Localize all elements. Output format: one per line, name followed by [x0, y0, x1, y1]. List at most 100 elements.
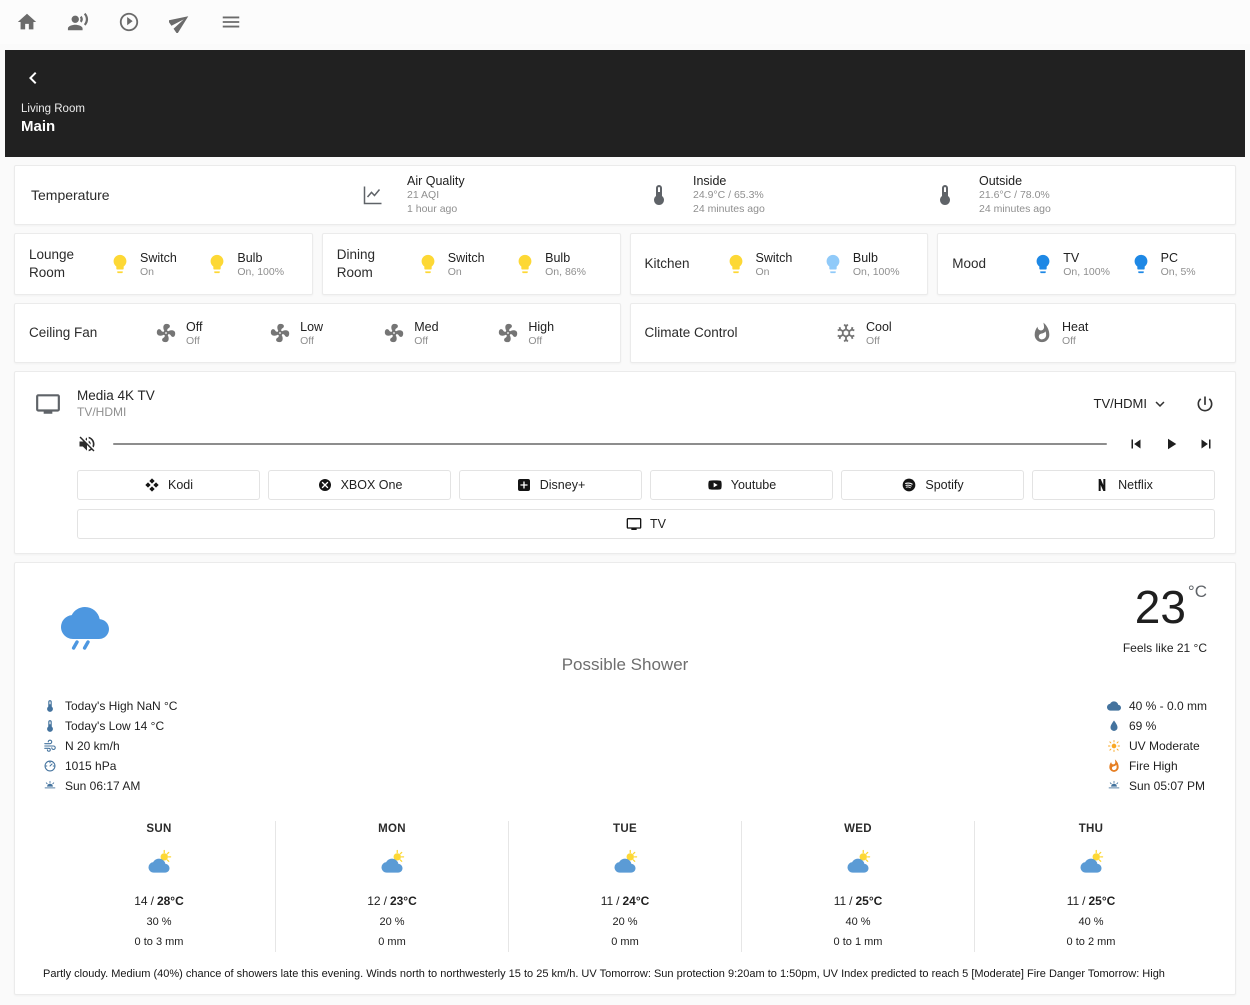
device-label: TV — [1063, 250, 1080, 265]
weather-details-right: 40 % - 0.0 mm 69 % UV Moderate Fire High… — [1106, 699, 1207, 799]
detail-today-low: Today's Low 14 °C — [43, 719, 177, 733]
app-button-netflix[interactable]: Netflix — [1032, 470, 1215, 500]
device-lounge-bulb[interactable]: Bulb On, 100% — [206, 251, 297, 278]
sensor-inside[interactable]: Inside 24.9°C / 65.3% 24 minutes ago — [647, 174, 933, 216]
device-state: On, 100% — [237, 265, 285, 278]
media-play-icon[interactable] — [118, 11, 140, 33]
app-label: XBOX One — [340, 478, 403, 492]
back-button[interactable] — [21, 66, 45, 90]
detail-humidity: 69 % — [1107, 719, 1207, 733]
play-button[interactable] — [1162, 435, 1180, 453]
room-card-lounge: Lounge Room Switch On Bulb On, 100% — [14, 233, 313, 295]
device-label: PC — [1160, 250, 1178, 265]
device-state: On, 100% — [1063, 265, 1110, 278]
feels-like: Feels like 21 °C — [1122, 641, 1207, 655]
uv-icon — [1107, 739, 1121, 753]
power-button[interactable] — [1195, 394, 1215, 414]
mode-label: Heat — [1062, 319, 1089, 334]
top-app-bar — [0, 0, 1250, 44]
app-button-spotify[interactable]: Spotify — [841, 470, 1024, 500]
device-state: On — [140, 265, 155, 278]
mode-state: Off — [414, 334, 429, 347]
device-mood-pc[interactable]: PC On, 5% — [1130, 251, 1221, 278]
device-state: On, 5% — [1160, 265, 1196, 278]
partly-cloudy-icon — [611, 849, 639, 877]
detail-pressure: 1015 hPa — [43, 759, 177, 773]
sensor-value: 21.6°C / 78.0% — [979, 188, 1050, 201]
device-state: On, 86% — [545, 265, 586, 278]
bulb-icon — [206, 253, 228, 275]
sunrise-icon — [43, 779, 57, 793]
forecast-day-sun: SUN 14/28°C 30 % 0 to 3 mm — [134, 823, 184, 948]
mode-state: Off — [866, 334, 880, 347]
app-button-kodi[interactable]: Kodi — [77, 470, 260, 500]
skip-previous-button[interactable] — [1127, 435, 1145, 453]
mode-state: Off — [186, 334, 200, 347]
device-dining-bulb[interactable]: Bulb On, 86% — [514, 251, 605, 278]
sensor-outside[interactable]: Outside 21.6°C / 78.0% 24 minutes ago — [933, 174, 1219, 216]
forecast-day-tue: TUE 11/24°C 20 % 0 mm — [508, 821, 741, 952]
sensor-label: Outside — [979, 173, 1023, 188]
room-card-dining: Dining Room Switch On Bulb On, 86% — [321, 233, 621, 295]
volume-mute-button[interactable] — [77, 434, 97, 454]
bulb-icon — [514, 253, 536, 275]
device-dining-switch[interactable]: Switch On — [417, 251, 508, 278]
app-button-xbox[interactable]: XBOX One — [268, 470, 451, 500]
climate-control-card: Climate Control Cool Off Heat Off — [629, 303, 1236, 363]
device-label: Bulb — [237, 250, 263, 265]
app-label: Spotify — [925, 478, 964, 492]
main-content: Temperature Air Quality 21 AQI 1 hour ag… — [0, 157, 1250, 1005]
climate-mode-cool[interactable]: Cool Off — [835, 320, 1025, 347]
room-name: Mood — [952, 256, 987, 272]
source-value: TV/HDMI — [1093, 396, 1147, 411]
humidity-icon — [1107, 719, 1121, 733]
bulb-icon — [822, 253, 844, 275]
fan-mode-low[interactable]: Low Off — [269, 320, 377, 347]
weather-card: 23 °C Feels like 21 °C Possible Shower To… — [14, 562, 1236, 995]
send-icon[interactable] — [169, 11, 191, 33]
bulb-icon — [1032, 253, 1054, 275]
device-label: Switch — [755, 250, 793, 265]
app-label: Kodi — [167, 478, 194, 492]
device-mood-tv[interactable]: TV On, 100% — [1032, 251, 1123, 278]
skip-next-button[interactable] — [1197, 435, 1215, 453]
fan-mode-high[interactable]: High Off — [497, 320, 605, 347]
partly-cloudy-icon — [1077, 849, 1105, 877]
sensor-air-quality[interactable]: Air Quality 21 AQI 1 hour ago — [361, 174, 647, 216]
room-name: Kitchen — [644, 256, 690, 272]
temperature-card: Temperature Air Quality 21 AQI 1 hour ag… — [14, 165, 1236, 225]
tv-source-button[interactable]: TV — [77, 509, 1215, 539]
device-kitchen-switch[interactable]: Switch On — [725, 251, 816, 278]
room-name: Lounge Room — [29, 247, 75, 280]
sunset-icon — [1107, 779, 1121, 793]
volume-slider[interactable] — [113, 443, 1107, 445]
fan-mode-off[interactable]: Off Off — [155, 320, 263, 347]
source-select[interactable]: TV/HDMI — [1094, 395, 1169, 413]
mode-label: Off — [186, 319, 203, 334]
app-label: Disney+ — [539, 478, 586, 492]
card-title-ceiling-fan: Ceiling Fan — [29, 325, 98, 341]
device-kitchen-bulb[interactable]: Bulb On, 100% — [822, 251, 913, 278]
chart-line-icon — [361, 183, 385, 207]
climate-mode-heat[interactable]: Heat Off — [1031, 320, 1221, 347]
mode-state: Off — [1062, 334, 1076, 347]
tv-button-label: TV — [650, 517, 666, 531]
fan-icon — [269, 322, 291, 344]
page-title: Main — [21, 118, 56, 135]
bulb-icon — [725, 253, 747, 275]
sensor-updated: 24 minutes ago — [693, 202, 765, 215]
app-button-disney-plus[interactable]: Disney+ — [459, 470, 642, 500]
thermometer-icon — [43, 719, 57, 733]
app-label: Netflix — [1118, 478, 1153, 492]
app-button-youtube[interactable]: Youtube — [650, 470, 833, 500]
partly-cloudy-icon — [378, 849, 406, 877]
flame-icon — [1031, 322, 1053, 344]
menu-icon[interactable] — [220, 11, 242, 33]
voice-assistant-icon[interactable] — [67, 11, 89, 33]
home-icon[interactable] — [16, 11, 38, 33]
sensor-updated: 1 hour ago — [407, 202, 458, 215]
fan-mode-med[interactable]: Med Off — [383, 320, 491, 347]
tv-icon — [35, 391, 61, 417]
device-lounge-switch[interactable]: Switch On — [109, 251, 200, 278]
sensor-label: Air Quality — [407, 173, 465, 188]
